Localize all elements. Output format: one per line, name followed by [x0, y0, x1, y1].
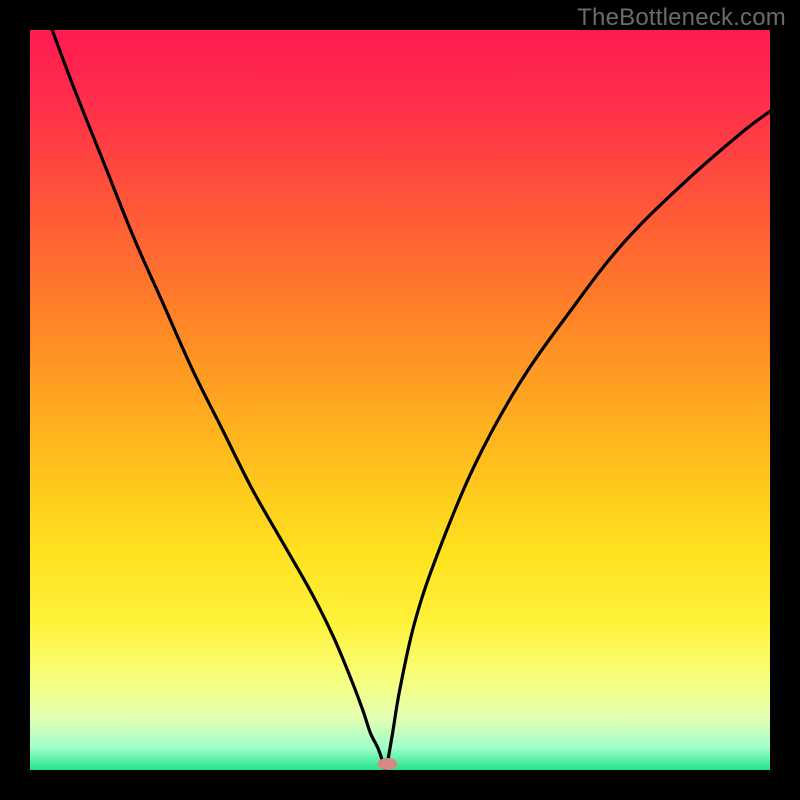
watermark-text: TheBottleneck.com: [577, 4, 786, 32]
curve-min-marker: [377, 758, 397, 770]
plot-background: [30, 30, 770, 770]
chart-stage: { "watermark": "TheBottleneck.com", "cha…: [0, 0, 800, 800]
bottleneck-chart: [0, 0, 800, 800]
